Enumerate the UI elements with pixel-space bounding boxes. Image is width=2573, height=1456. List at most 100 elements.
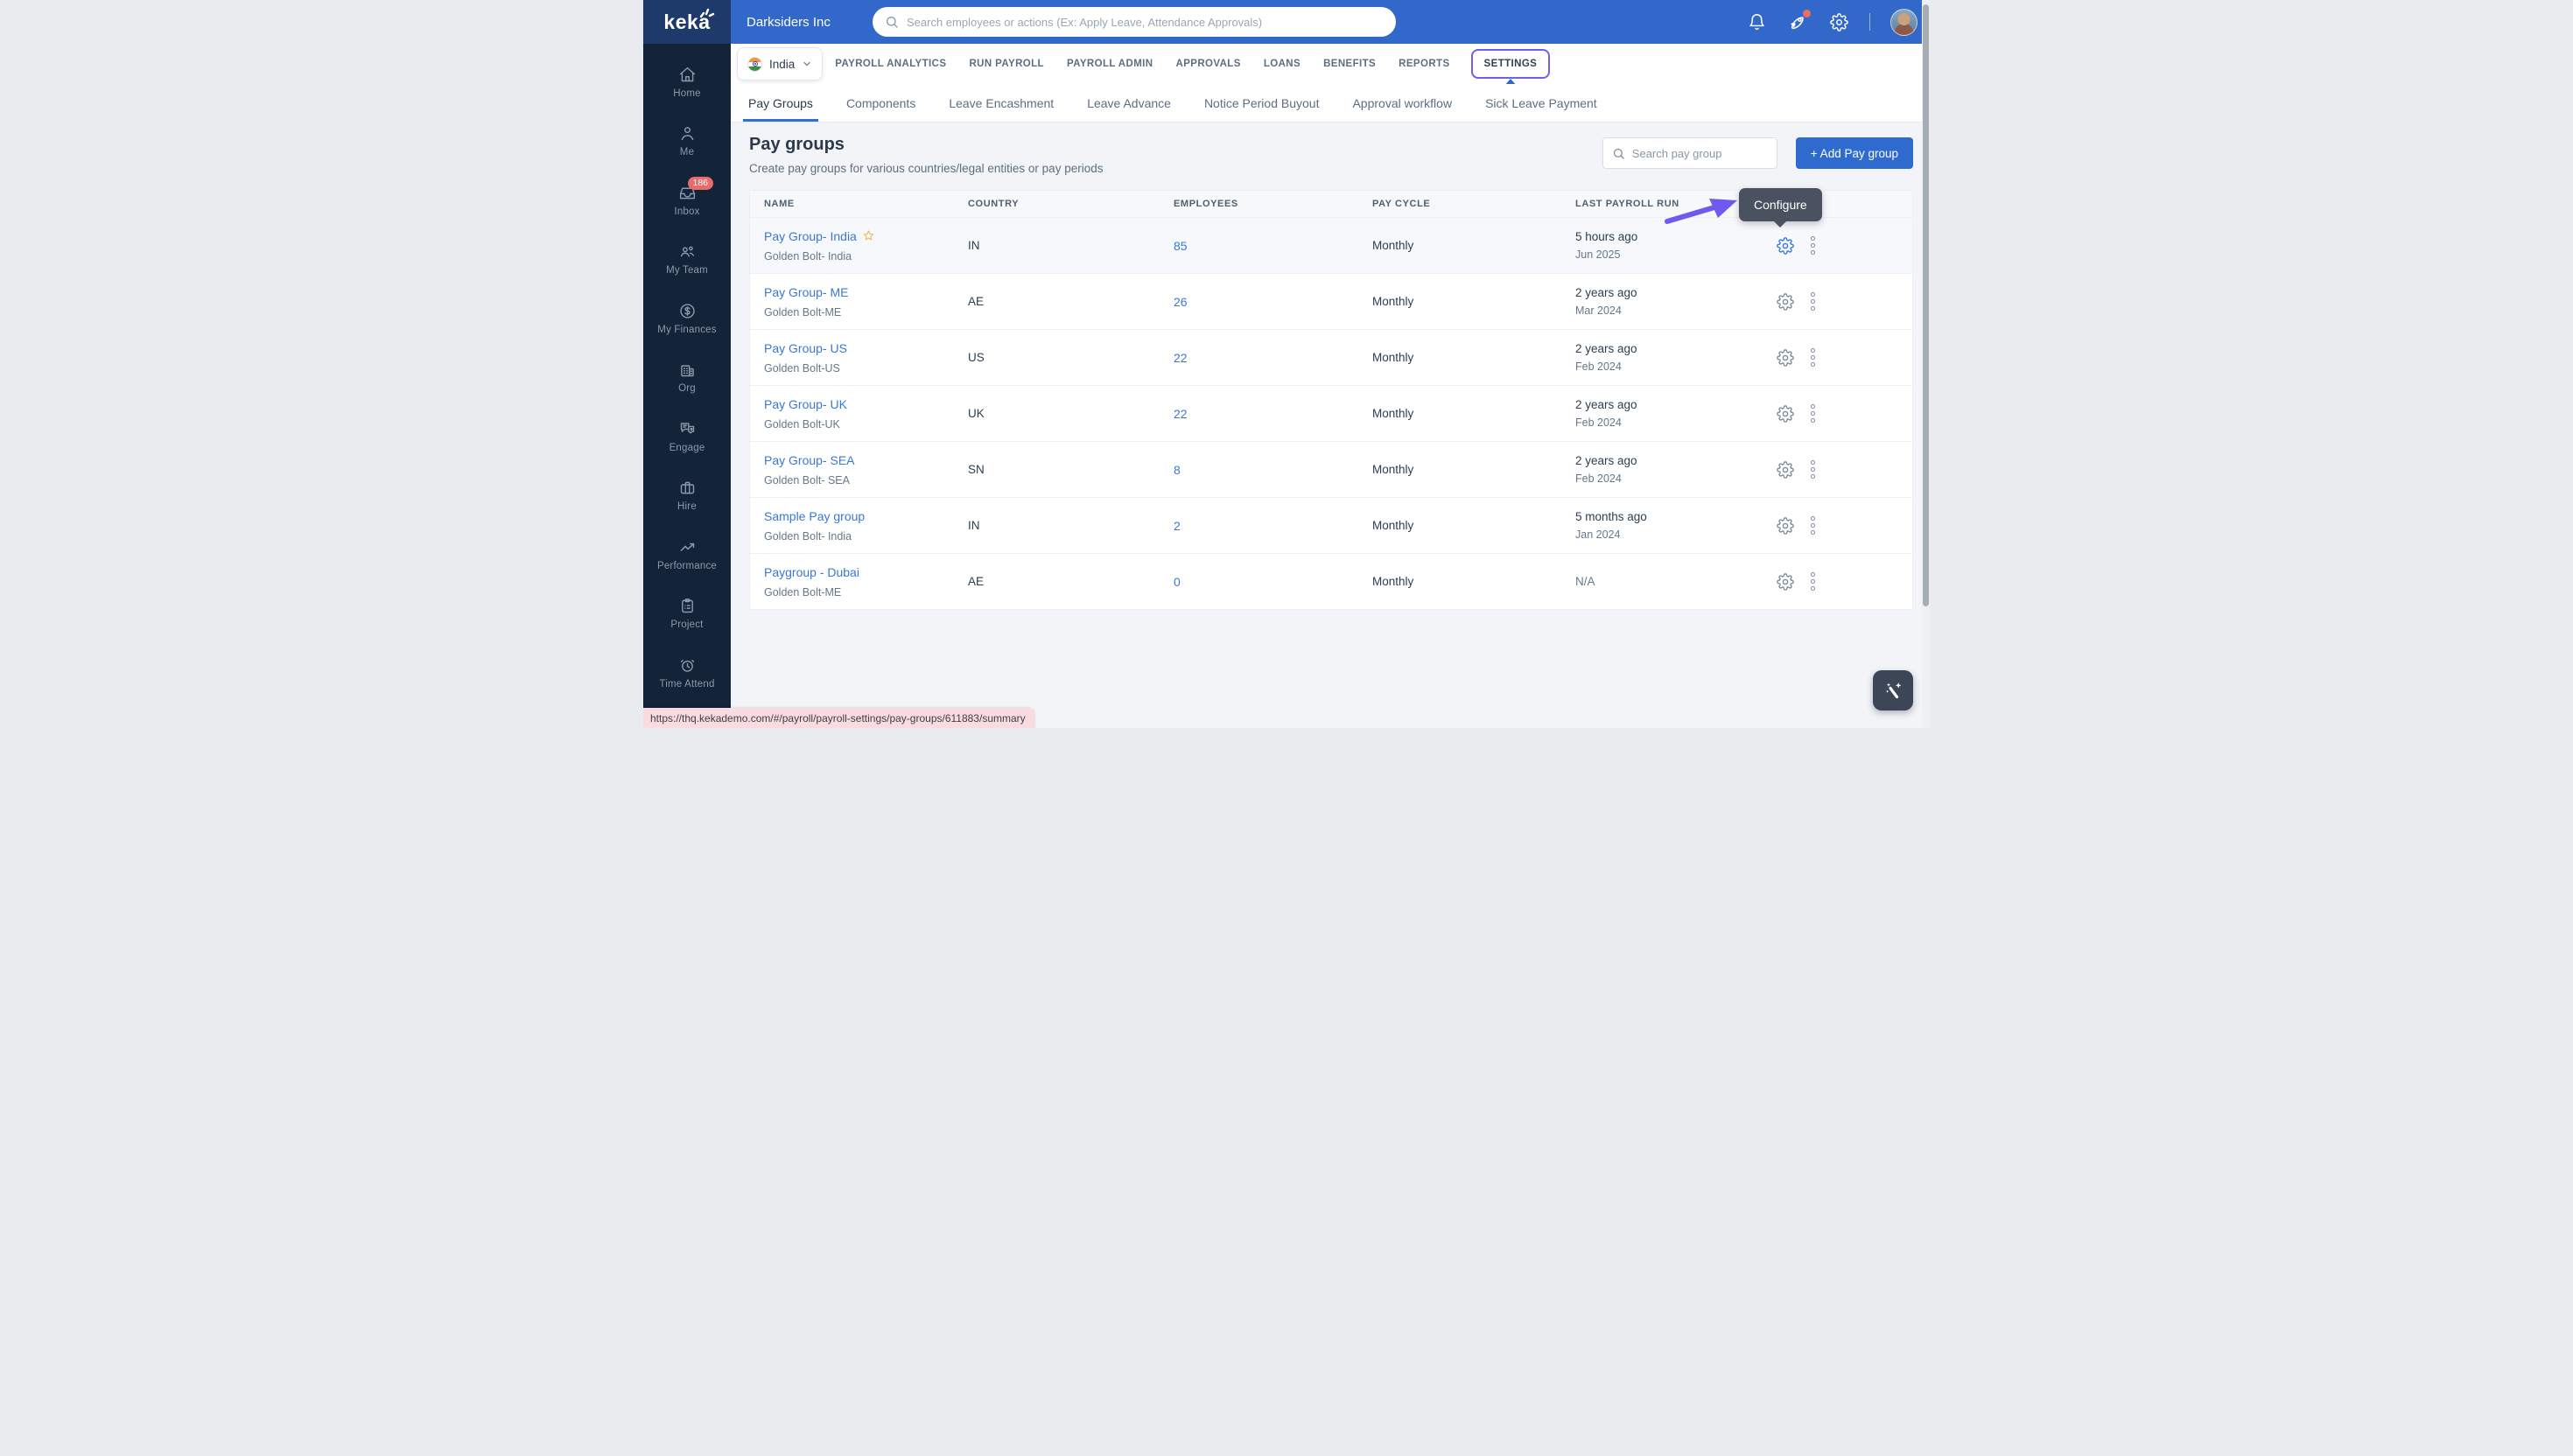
last-run: 2 years ago: [1575, 398, 1777, 411]
subtab-leave-advance[interactable]: Leave Advance: [1087, 84, 1171, 122]
page-scrollbar[interactable]: [1922, 0, 1930, 728]
legal-entity: Golden Bolt-ME: [764, 306, 968, 318]
settings-subnav: Pay Groups Components Leave Encashment L…: [731, 84, 1930, 122]
alarm-clock-icon: [678, 656, 697, 675]
row-menu-button[interactable]: [1809, 290, 1817, 312]
user-avatar[interactable]: [1890, 9, 1917, 36]
sidebar-item-my-team[interactable]: My Team: [643, 230, 731, 290]
search-icon: [885, 15, 899, 29]
sidebar-item-engage[interactable]: Engage: [643, 407, 731, 466]
employees-link[interactable]: 0: [1174, 575, 1372, 589]
add-pay-group-button[interactable]: + Add Pay group: [1796, 137, 1913, 169]
row-menu-button[interactable]: [1809, 458, 1817, 480]
subtab-notice-period-buyout[interactable]: Notice Period Buyout: [1204, 84, 1320, 122]
notifications-button[interactable]: [1746, 11, 1767, 32]
sidebar-item-home[interactable]: Home: [643, 52, 731, 112]
row-menu-button[interactable]: [1809, 402, 1817, 424]
keka-logo[interactable]: keka: [643, 0, 731, 44]
last-run: 5 hours ago: [1575, 230, 1777, 243]
tab-loans[interactable]: LOANS: [1262, 50, 1302, 78]
country-cell: IN: [968, 519, 1174, 532]
row-menu-button[interactable]: [1809, 514, 1817, 536]
whats-new-button[interactable]: [1787, 11, 1808, 32]
pay-group-link[interactable]: Pay Group- India: [764, 229, 875, 243]
sidebar-item-org[interactable]: Org: [643, 348, 731, 408]
subtab-approval-workflow[interactable]: Approval workflow: [1352, 84, 1452, 122]
last-run-month: Feb 2024: [1575, 360, 1777, 373]
magic-wand-icon: [1882, 680, 1903, 701]
tab-reports[interactable]: REPORTS: [1397, 50, 1451, 78]
configure-gear-button[interactable]: [1777, 293, 1794, 311]
user-icon: [678, 124, 697, 143]
sidebar-item-project[interactable]: Project: [643, 584, 731, 644]
sidebar-item-performance[interactable]: Performance: [643, 525, 731, 584]
sidebar-item-time-attend[interactable]: Time Attend: [643, 643, 731, 703]
subtab-pay-groups[interactable]: Pay Groups: [748, 84, 813, 122]
subtab-components[interactable]: Components: [846, 84, 915, 122]
pay-group-link[interactable]: Pay Group- ME: [764, 285, 848, 299]
sidebar-item-me[interactable]: Me: [643, 112, 731, 172]
pay-group-link[interactable]: Sample Pay group: [764, 509, 865, 523]
tab-approvals[interactable]: APPROVALS: [1174, 50, 1242, 78]
page-subtitle: Create pay groups for various countries/…: [749, 162, 1103, 175]
employees-link[interactable]: 8: [1174, 463, 1372, 477]
employees-link[interactable]: 22: [1174, 407, 1372, 421]
row-menu-button[interactable]: [1809, 234, 1817, 256]
configure-gear-button[interactable]: [1777, 461, 1794, 479]
assistant-fab-button[interactable]: [1873, 670, 1913, 710]
pay-cycle-cell: Monthly: [1372, 351, 1575, 364]
building-icon: [678, 360, 697, 379]
pay-group-link[interactable]: Paygroup - Dubai: [764, 565, 859, 579]
sidebar-item-inbox[interactable]: 186 Inbox: [643, 171, 731, 230]
scrollbar-thumb[interactable]: [1923, 4, 1929, 606]
notification-dot: [1803, 10, 1811, 18]
company-name: Darksiders Inc: [747, 15, 831, 30]
last-run: 2 years ago: [1575, 286, 1777, 299]
table-row: Pay Group- US Golden Bolt-US US 22 Month…: [750, 329, 1912, 385]
global-search-input[interactable]: [907, 16, 1384, 29]
pay-group-search-input[interactable]: [1632, 147, 1768, 160]
top-bar: Darksiders Inc: [643, 0, 1930, 44]
employees-link[interactable]: 26: [1174, 295, 1372, 309]
configure-gear-button[interactable]: [1777, 517, 1794, 535]
subtab-sick-leave-payment[interactable]: Sick Leave Payment: [1485, 84, 1597, 122]
main-sidebar: Home Me 186 Inbox My Team My Finances Or…: [643, 44, 731, 728]
last-run-month: Jun 2025: [1575, 248, 1777, 261]
tab-benefits[interactable]: BENEFITS: [1322, 50, 1378, 78]
configure-gear-button[interactable]: [1777, 405, 1794, 423]
settings-button[interactable]: [1828, 11, 1849, 32]
country-cell: AE: [968, 295, 1174, 308]
sidebar-item-hire[interactable]: Hire: [643, 466, 731, 526]
pay-group-search[interactable]: [1602, 137, 1777, 169]
briefcase-icon: [678, 479, 697, 497]
sidebar-item-my-finances[interactable]: My Finances: [643, 289, 731, 348]
team-icon: [678, 242, 697, 261]
subtab-leave-encashment[interactable]: Leave Encashment: [949, 84, 1054, 122]
pay-group-link[interactable]: Pay Group- US: [764, 341, 847, 355]
employees-link[interactable]: 85: [1174, 239, 1372, 253]
configure-gear-button[interactable]: [1777, 349, 1794, 367]
row-menu-button[interactable]: [1809, 346, 1817, 368]
country-selector[interactable]: India: [737, 47, 823, 80]
pay-group-link[interactable]: Pay Group- UK: [764, 397, 847, 411]
last-run: 5 months ago: [1575, 510, 1777, 523]
tab-settings[interactable]: SETTINGS: [1471, 49, 1551, 79]
last-run: 2 years ago: [1575, 342, 1777, 355]
tab-payroll-analytics[interactable]: PAYROLL ANALYTICS: [833, 50, 948, 78]
configure-gear-button[interactable]: [1777, 237, 1794, 255]
row-menu-button[interactable]: [1809, 570, 1817, 592]
favorite-star-icon[interactable]: [862, 229, 875, 242]
pay-group-link[interactable]: Pay Group- SEA: [764, 453, 855, 467]
page-title: Pay groups: [749, 135, 1103, 155]
employees-link[interactable]: 22: [1174, 351, 1372, 365]
country-cell: IN: [968, 239, 1174, 252]
country-cell: AE: [968, 575, 1174, 588]
last-run-month: Feb 2024: [1575, 416, 1777, 429]
search-icon: [1612, 147, 1625, 160]
tab-run-payroll[interactable]: RUN PAYROLL: [967, 50, 1046, 78]
global-search[interactable]: [873, 7, 1396, 37]
employees-link[interactable]: 2: [1174, 519, 1372, 533]
last-run-month: Mar 2024: [1575, 304, 1777, 317]
configure-gear-button[interactable]: [1777, 573, 1794, 591]
tab-payroll-admin[interactable]: PAYROLL ADMIN: [1065, 50, 1155, 78]
